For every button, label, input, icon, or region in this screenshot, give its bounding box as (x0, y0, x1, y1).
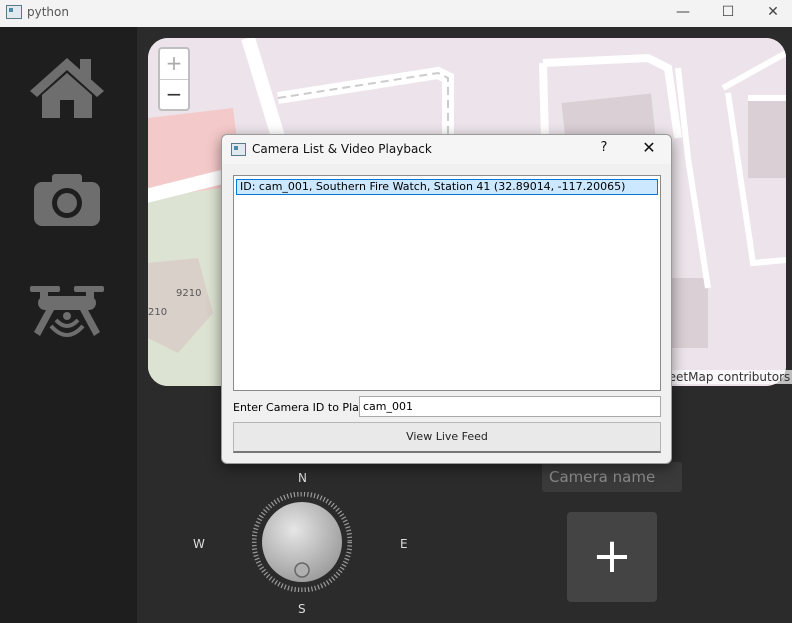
dialog-title: Camera List & Video Playback (252, 142, 432, 156)
camera-icon[interactable] (28, 168, 106, 236)
add-camera-button[interactable]: + (567, 512, 657, 602)
dialog-close-button[interactable]: ✕ (637, 138, 661, 157)
compass-east-label: E (400, 537, 408, 551)
dialog-titlebar: Camera List & Video Playback ? ✕ (222, 135, 671, 164)
house-number: 9210 (176, 288, 202, 299)
maximize-button[interactable]: ☐ (705, 0, 751, 27)
camera-name-input[interactable]: Camera name (542, 462, 682, 492)
close-button[interactable]: ✕ (750, 0, 792, 27)
compass-south-label: S (298, 602, 306, 616)
compass-north-label: N (298, 471, 307, 485)
drone-icon[interactable] (28, 280, 106, 348)
camera-id-label: Enter Camera ID to Play: (233, 401, 369, 414)
window-title: python (27, 5, 69, 19)
zoom-in-button[interactable]: + (160, 49, 188, 80)
app-icon (6, 5, 22, 19)
camera-id-input[interactable]: cam_001 (359, 396, 661, 417)
zoom-control: + − (158, 47, 190, 111)
house-number: 210 (148, 307, 168, 318)
window-titlebar: python — ☐ ✕ (0, 0, 792, 27)
home-icon[interactable] (28, 55, 106, 123)
list-item[interactable]: ID: cam_001, Southern Fire Watch, Statio… (236, 179, 658, 195)
camera-list[interactable]: ID: cam_001, Southern Fire Watch, Statio… (233, 175, 661, 391)
camera-list-dialog: Camera List & Video Playback ? ✕ ID: cam… (221, 134, 672, 464)
compass-dial[interactable] (251, 491, 353, 593)
compass-west-label: W (193, 537, 205, 551)
help-button[interactable]: ? (594, 140, 614, 155)
view-live-feed-button[interactable]: View Live Feed (233, 422, 661, 453)
zoom-out-button[interactable]: − (160, 80, 188, 110)
minimize-button[interactable]: — (660, 0, 706, 27)
dialog-app-icon (231, 143, 246, 156)
map-attribution[interactable]: reetMap contributors (662, 370, 792, 384)
